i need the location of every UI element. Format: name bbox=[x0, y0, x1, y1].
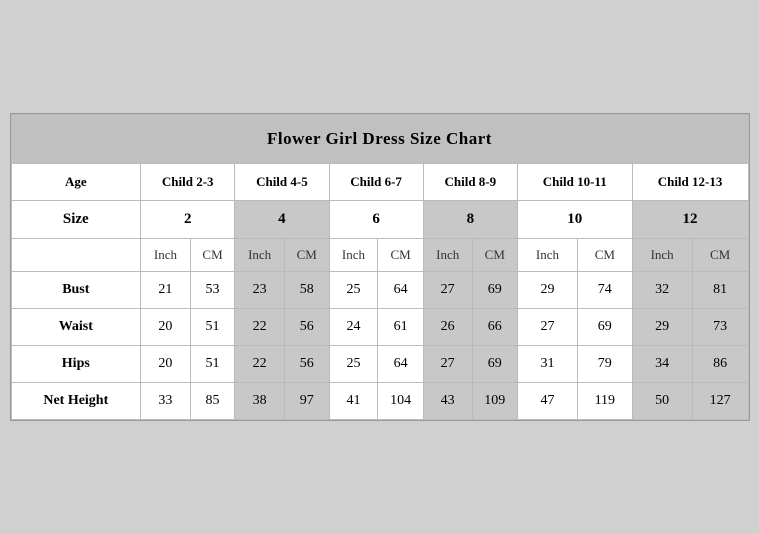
hips-31: 31 bbox=[517, 346, 577, 383]
bust-81: 81 bbox=[692, 272, 748, 309]
waist-26: 26 bbox=[423, 309, 472, 346]
waist-row: Waist 20 51 22 56 24 61 26 66 27 69 29 7… bbox=[11, 309, 748, 346]
nh-104: 104 bbox=[378, 383, 423, 420]
hips-86: 86 bbox=[692, 346, 748, 383]
waist-51: 51 bbox=[190, 309, 235, 346]
size-chart-wrapper: Flower Girl Dress Size Chart Age Child 2… bbox=[10, 113, 750, 421]
size-4: 4 bbox=[235, 201, 329, 239]
netheight-label: Net Height bbox=[11, 383, 141, 420]
bust-53: 53 bbox=[190, 272, 235, 309]
nh-127: 127 bbox=[692, 383, 748, 420]
hips-79: 79 bbox=[578, 346, 633, 383]
nh-97: 97 bbox=[284, 383, 329, 420]
bust-23: 23 bbox=[235, 272, 285, 309]
cm-header-4: CM bbox=[472, 239, 517, 272]
hips-row: Hips 20 51 22 56 25 64 27 69 31 79 34 86 bbox=[11, 346, 748, 383]
bust-74: 74 bbox=[578, 272, 633, 309]
age-child-6-7: Child 6-7 bbox=[329, 164, 423, 201]
size-label: Size bbox=[11, 201, 141, 239]
waist-24: 24 bbox=[329, 309, 378, 346]
nh-85: 85 bbox=[190, 383, 235, 420]
netheight-row: Net Height 33 85 38 97 41 104 43 109 47 … bbox=[11, 383, 748, 420]
waist-22: 22 bbox=[235, 309, 285, 346]
size-chart-table: Flower Girl Dress Size Chart Age Child 2… bbox=[11, 114, 749, 420]
nh-41: 41 bbox=[329, 383, 378, 420]
age-child-12-13: Child 12-13 bbox=[632, 164, 748, 201]
size-12: 12 bbox=[632, 201, 748, 239]
cm-header-2: CM bbox=[284, 239, 329, 272]
waist-61: 61 bbox=[378, 309, 423, 346]
nh-38: 38 bbox=[235, 383, 285, 420]
hips-label: Hips bbox=[11, 346, 141, 383]
waist-label: Waist bbox=[11, 309, 141, 346]
inch-header-2: Inch bbox=[235, 239, 285, 272]
bust-21: 21 bbox=[141, 272, 191, 309]
bust-27: 27 bbox=[423, 272, 472, 309]
waist-29: 29 bbox=[632, 309, 692, 346]
inch-header-3: Inch bbox=[329, 239, 378, 272]
inch-cm-row: Inch CM Inch CM Inch CM Inch CM Inch CM … bbox=[11, 239, 748, 272]
waist-69: 69 bbox=[578, 309, 633, 346]
cm-header-3: CM bbox=[378, 239, 423, 272]
size-row: Size 2 4 6 8 10 12 bbox=[11, 201, 748, 239]
bust-69: 69 bbox=[472, 272, 517, 309]
bust-32: 32 bbox=[632, 272, 692, 309]
nh-119: 119 bbox=[578, 383, 633, 420]
size-6: 6 bbox=[329, 201, 423, 239]
nh-33: 33 bbox=[141, 383, 191, 420]
size-10: 10 bbox=[517, 201, 632, 239]
chart-title: Flower Girl Dress Size Chart bbox=[11, 115, 748, 164]
cm-header-5: CM bbox=[578, 239, 633, 272]
age-child-2-3: Child 2-3 bbox=[141, 164, 235, 201]
hips-34: 34 bbox=[632, 346, 692, 383]
waist-66: 66 bbox=[472, 309, 517, 346]
size-8: 8 bbox=[423, 201, 517, 239]
hips-20: 20 bbox=[141, 346, 191, 383]
bust-64: 64 bbox=[378, 272, 423, 309]
bust-58: 58 bbox=[284, 272, 329, 309]
inch-header-1: Inch bbox=[141, 239, 191, 272]
bust-row: Bust 21 53 23 58 25 64 27 69 29 74 32 81 bbox=[11, 272, 748, 309]
waist-56: 56 bbox=[284, 309, 329, 346]
empty-header bbox=[11, 239, 141, 272]
age-child-4-5: Child 4-5 bbox=[235, 164, 329, 201]
hips-69: 69 bbox=[472, 346, 517, 383]
age-row: Age Child 2-3 Child 4-5 Child 6-7 Child … bbox=[11, 164, 748, 201]
hips-22: 22 bbox=[235, 346, 285, 383]
nh-47: 47 bbox=[517, 383, 577, 420]
waist-20: 20 bbox=[141, 309, 191, 346]
age-label: Age bbox=[11, 164, 141, 201]
hips-64: 64 bbox=[378, 346, 423, 383]
age-child-8-9: Child 8-9 bbox=[423, 164, 517, 201]
title-row: Flower Girl Dress Size Chart bbox=[11, 115, 748, 164]
bust-label: Bust bbox=[11, 272, 141, 309]
nh-109: 109 bbox=[472, 383, 517, 420]
inch-header-4: Inch bbox=[423, 239, 472, 272]
nh-50: 50 bbox=[632, 383, 692, 420]
hips-51: 51 bbox=[190, 346, 235, 383]
nh-43: 43 bbox=[423, 383, 472, 420]
waist-73: 73 bbox=[692, 309, 748, 346]
hips-27: 27 bbox=[423, 346, 472, 383]
waist-27: 27 bbox=[517, 309, 577, 346]
bust-25: 25 bbox=[329, 272, 378, 309]
inch-header-5: Inch bbox=[517, 239, 577, 272]
age-child-10-11: Child 10-11 bbox=[517, 164, 632, 201]
hips-25: 25 bbox=[329, 346, 378, 383]
cm-header-6: CM bbox=[692, 239, 748, 272]
size-2: 2 bbox=[141, 201, 235, 239]
bust-29: 29 bbox=[517, 272, 577, 309]
cm-header-1: CM bbox=[190, 239, 235, 272]
hips-56: 56 bbox=[284, 346, 329, 383]
inch-header-6: Inch bbox=[632, 239, 692, 272]
